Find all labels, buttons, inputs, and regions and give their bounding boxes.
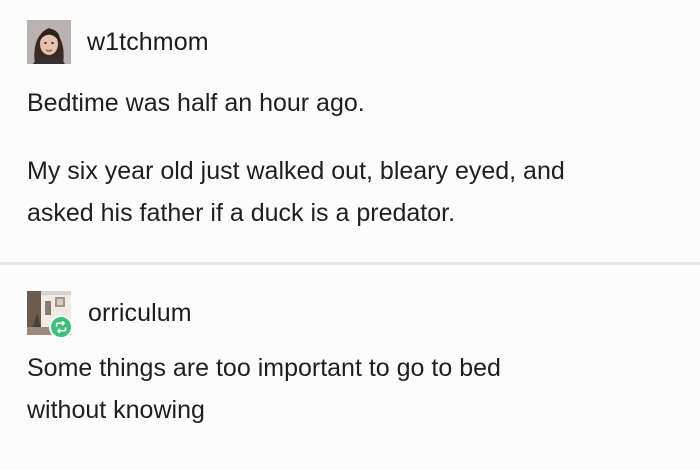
- reblog-badge: [49, 315, 73, 339]
- text-line: without knowing: [27, 396, 205, 424]
- post-paragraph: Bedtime was half an hour ago.: [27, 82, 365, 124]
- avatar[interactable]: [27, 20, 71, 64]
- text-line: asked his father if a duck is a predator…: [27, 199, 456, 227]
- username[interactable]: orriculum: [88, 298, 192, 328]
- avatar-image: [27, 20, 71, 64]
- post-w1tchmom: w1tchmom Bedtime was half an hour ago. M…: [0, 0, 700, 262]
- reblog-icon: [55, 320, 67, 334]
- post-thread: w1tchmom Bedtime was half an hour ago. M…: [0, 0, 700, 470]
- post-header: orriculum: [27, 291, 192, 339]
- text-line: Some things are too important to go to b…: [27, 354, 501, 382]
- username[interactable]: w1tchmom: [87, 27, 209, 57]
- post-orriculum: orriculum Some things are too important …: [0, 265, 700, 470]
- post-paragraph: My six year old just walked out, bleary …: [27, 150, 565, 234]
- text-line: My six year old just walked out, bleary …: [27, 157, 565, 185]
- post-paragraph: Some things are too important to go to b…: [27, 347, 501, 431]
- avatar[interactable]: [27, 291, 73, 339]
- post-header: w1tchmom: [27, 20, 209, 64]
- text-line: Bedtime was half an hour ago.: [27, 89, 365, 117]
